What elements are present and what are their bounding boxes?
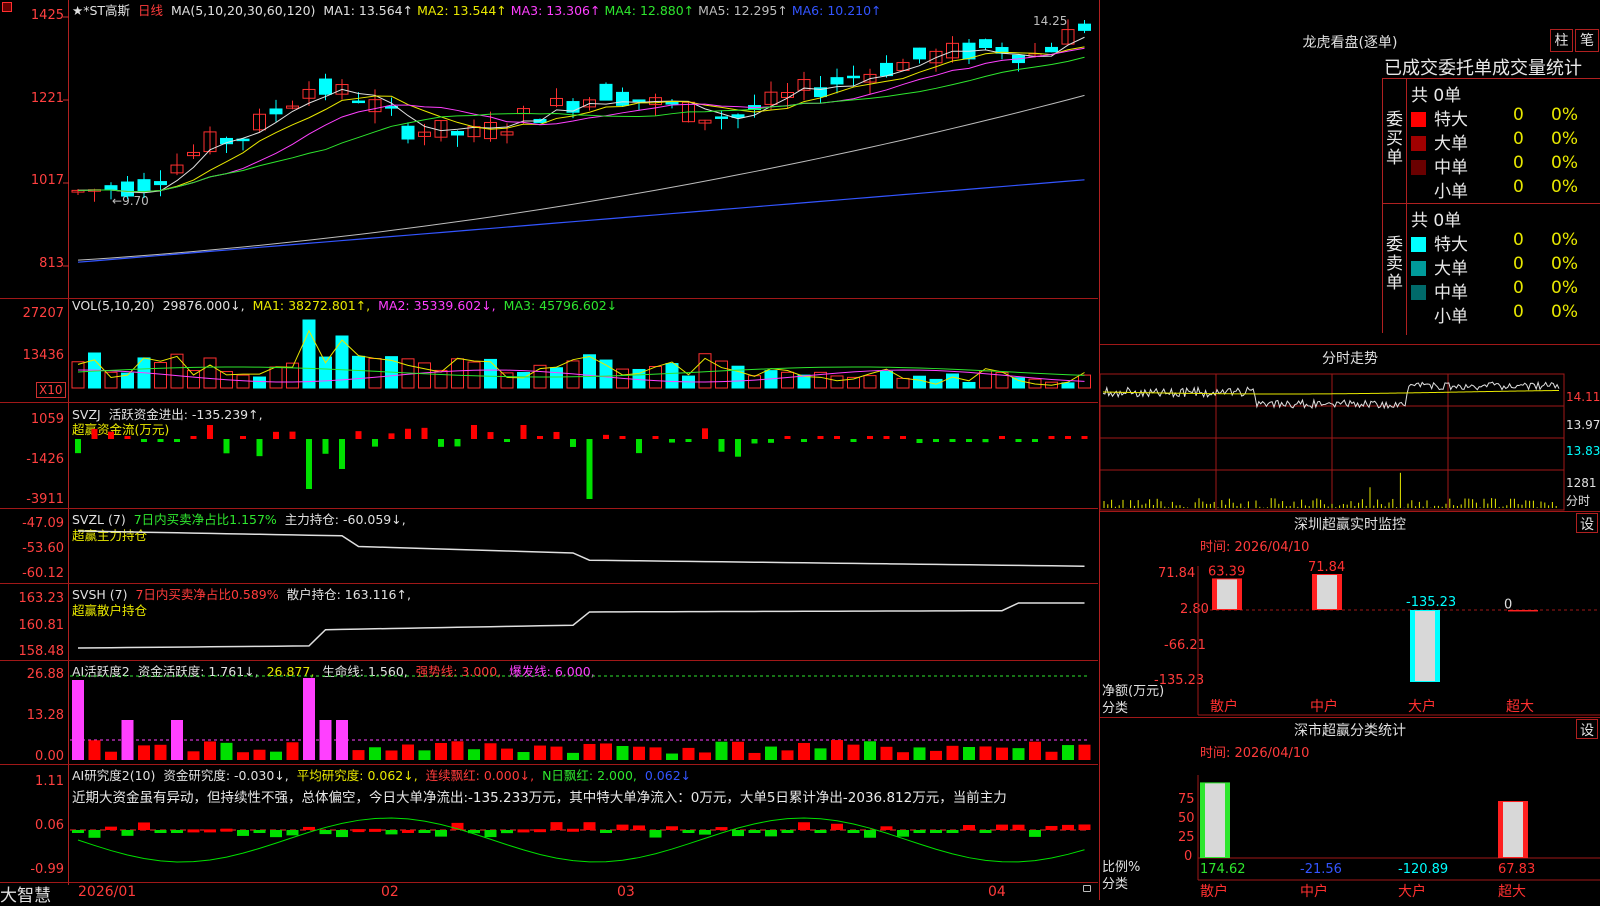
time-label-1: 02 (381, 884, 399, 900)
research-bar (616, 824, 629, 830)
research-bar (633, 825, 645, 830)
research-bar (699, 830, 711, 835)
research-bar (781, 830, 794, 833)
time-label-2: 03 (617, 884, 635, 900)
research-bar (88, 830, 101, 838)
research-bar (913, 830, 926, 833)
research-bar (121, 830, 134, 836)
research-bar (1078, 824, 1091, 830)
research-bar (1012, 824, 1025, 830)
research-bar (220, 828, 233, 832)
research-bar (253, 830, 266, 833)
research-bar (765, 830, 777, 837)
classify-value-label: 174.62 (1200, 862, 1246, 877)
classify-category-label: 大户 (1398, 883, 1426, 900)
classify-value-label: -120.89 (1398, 862, 1448, 877)
research-bar (105, 826, 117, 830)
classify-value-label: -21.56 (1300, 862, 1342, 877)
research-bar (138, 822, 150, 830)
research-bar (963, 825, 975, 830)
research-bar (1045, 825, 1058, 830)
research-bar (567, 828, 579, 832)
research-chart[interactable] (0, 0, 1098, 885)
research-bar (682, 830, 695, 833)
research-bar (418, 830, 431, 833)
research-bar (880, 826, 893, 830)
classify-category-label: 超大 (1498, 884, 1526, 900)
research-bar (369, 828, 381, 832)
classify-bar-shine (1503, 802, 1523, 857)
research-bar (352, 829, 365, 833)
research-bar (930, 830, 942, 833)
classify-chart[interactable]: 174.62 散户 -21.56 中户 -120.89 大户 67.83 超大 (1100, 0, 1600, 900)
research-bar (171, 830, 183, 833)
research-bar (748, 830, 761, 833)
research-bar (649, 830, 662, 838)
brand-logo: 大智慧 (0, 886, 51, 906)
research-line (77, 817, 1085, 863)
research-bar (732, 830, 744, 837)
research-bar (435, 830, 447, 837)
research-bar (550, 822, 563, 830)
research-bar (1062, 824, 1074, 830)
lock-icon[interactable] (1083, 885, 1091, 892)
research-bar (319, 830, 332, 835)
research-bar (583, 822, 596, 830)
research-bar (154, 830, 167, 833)
research-bar (814, 830, 827, 833)
research-bar (484, 830, 497, 838)
research-bar (501, 830, 513, 834)
research-bar (72, 830, 84, 833)
research-bar (402, 829, 414, 833)
research-bar (996, 824, 1008, 830)
research-bar (336, 830, 348, 838)
time-label-0: 2026/01 (78, 884, 137, 900)
research-bar (204, 829, 216, 833)
research-bar (946, 830, 959, 833)
classify-value-label: 67.83 (1498, 862, 1535, 877)
pane-separator (0, 882, 1098, 883)
classify-bar-shine (1205, 783, 1225, 857)
research-bar (715, 827, 728, 831)
research-bar (237, 830, 249, 836)
research-bar (666, 826, 678, 830)
classify-category-label: 散户 (1200, 883, 1228, 900)
chart-area[interactable]: ★*ST高斯 日线 MA(5,10,20,30,60,120) MA1: 13.… (0, 0, 1098, 906)
research-bar (303, 826, 315, 830)
research-bar (798, 822, 810, 830)
research-bar (897, 830, 909, 837)
right-panel: 龙虎看盘(逐单) 柱 笔 已成交委托单成交量统计 委买单 共 0单 特大 0 0% 大… (1099, 0, 1600, 900)
classify-category-label: 中户 (1300, 883, 1328, 900)
research-bar (286, 830, 299, 836)
research-bar (187, 829, 200, 833)
research-bar (385, 830, 398, 835)
research-bar (831, 823, 843, 830)
research-bar (847, 830, 860, 833)
research-bar (979, 830, 992, 833)
research-bar (270, 830, 282, 838)
time-label-3: 04 (988, 884, 1006, 900)
research-bar (517, 829, 530, 833)
research-bar (600, 830, 612, 833)
research-bar (534, 829, 546, 833)
research-bar (1029, 830, 1041, 837)
research-bar (864, 830, 876, 838)
